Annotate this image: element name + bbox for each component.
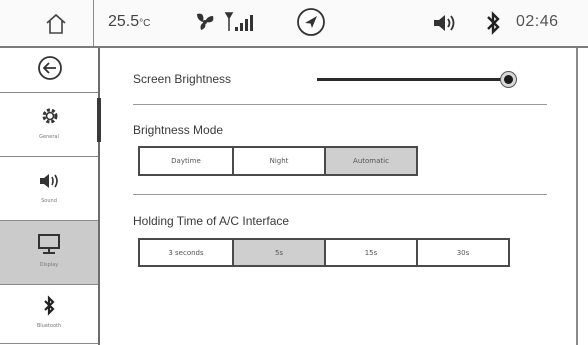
sidebar-item-general[interactable]: General [0, 93, 98, 157]
bluetooth-icon [44, 295, 55, 316]
temperature-readout: 25.5°C [108, 13, 151, 30]
status-bar: 25.5°C 02:46 [0, 0, 588, 48]
status-divider [93, 0, 94, 46]
holding-time-label: Holding Time of A/C Interface [133, 214, 290, 228]
display-settings-panel: Screen Brightness Brightness Mode Daytim… [100, 48, 588, 345]
sidebar-item-bluetooth[interactable]: Bluetooth [0, 285, 98, 344]
holding-option-15s[interactable]: 15s [326, 240, 418, 265]
speaker-icon [40, 174, 58, 188]
back-button[interactable] [0, 48, 98, 93]
fan-icon [197, 13, 214, 30]
brightness-mode-selector: Daytime Night Automatic [138, 146, 418, 176]
navigation-icon[interactable] [295, 6, 327, 38]
sidebar-item-label: General [39, 134, 59, 140]
mode-option-daytime[interactable]: Daytime [140, 148, 234, 174]
mode-option-night[interactable]: Night [234, 148, 326, 174]
divider [133, 194, 547, 195]
volume-icon [434, 15, 455, 31]
holding-option-30s[interactable]: 30s [418, 240, 508, 265]
sidebar-item-label: Bluetooth [36, 323, 62, 329]
sidebar-item-label: Display [39, 262, 59, 268]
sidebar-item-display[interactable]: Display [0, 221, 98, 285]
clock: 02:46 [516, 13, 559, 30]
screen-brightness-label: Screen Brightness [133, 72, 232, 86]
brightness-mode-label: Brightness Mode [133, 123, 224, 137]
gear-icon [42, 108, 58, 124]
holding-time-selector: 3 seconds 5s 15s 30s [138, 238, 510, 267]
brightness-slider-track[interactable] [317, 78, 507, 81]
sidebar-item-label: Sound [41, 198, 57, 204]
settings-sidebar: General Sound Display Bluetooth [0, 48, 101, 345]
back-arrow-icon [38, 56, 62, 80]
panel-right-border [576, 48, 578, 345]
brightness-slider-handle[interactable] [500, 71, 517, 88]
monitor-icon [38, 234, 60, 254]
signal-icon [224, 12, 253, 31]
divider [133, 104, 547, 105]
sidebar-item-sound[interactable]: Sound [0, 157, 98, 221]
mode-option-automatic[interactable]: Automatic [326, 148, 416, 174]
bluetooth-icon [487, 11, 500, 35]
holding-option-5s[interactable]: 5s [234, 240, 326, 265]
home-icon[interactable] [44, 12, 68, 36]
holding-option-3s[interactable]: 3 seconds [140, 240, 234, 265]
